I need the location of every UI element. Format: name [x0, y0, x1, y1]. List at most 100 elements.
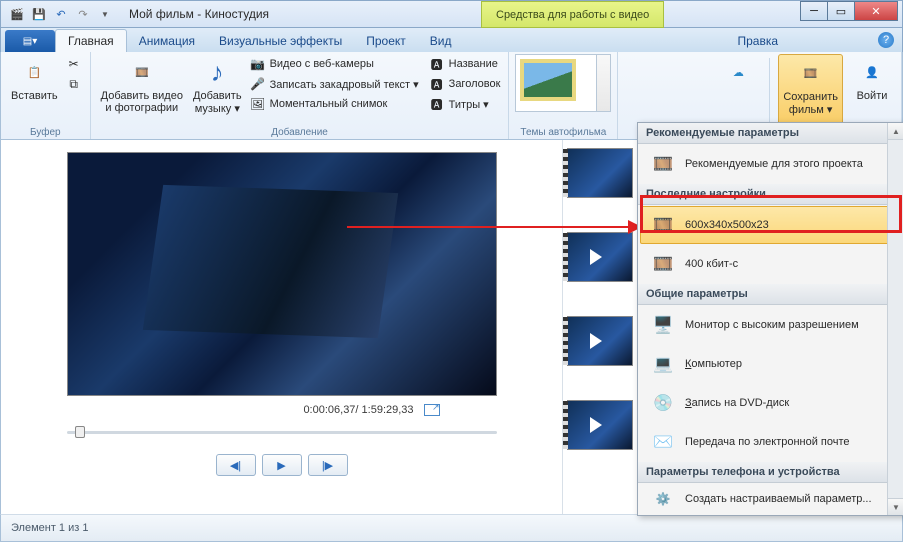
- group-themes: Темы автофильма: [509, 52, 618, 139]
- caption-button[interactable]: 🅰Заголовок: [427, 74, 503, 94]
- scroll-up-icon[interactable]: ▲: [888, 123, 903, 140]
- user-icon: 👤: [856, 56, 888, 88]
- window-controls: ─ ▭ ✕: [801, 1, 898, 21]
- save-movie-icon: 🎞️: [795, 57, 827, 89]
- preview-pane: 0:00:06,37/ 1:59:29,33 ◀| ▶ |▶: [1, 140, 563, 514]
- tab-animation[interactable]: Анимация: [127, 30, 207, 52]
- redo-icon[interactable]: ↷: [75, 6, 91, 22]
- credits-button[interactable]: 🅰Титры ▾: [427, 94, 503, 114]
- clip-thumb[interactable]: [567, 232, 633, 282]
- save-movie-dropdown: ▲ ▼ Рекомендуемые параметры 🎞️ Рекоменду…: [637, 122, 903, 516]
- film-icon: 🎞️: [651, 215, 675, 235]
- scroll-down-icon[interactable]: ▼: [888, 498, 903, 515]
- quick-access-toolbar: 🎬 💾 ↶ ↷ ▼: [1, 6, 121, 22]
- film-icon: 🎞️: [651, 254, 675, 274]
- title-bar: 🎬 💾 ↶ ↷ ▼ Мой фильм - Киностудия Средств…: [0, 0, 903, 28]
- add-video-button[interactable]: 🎞️ Добавить видео и фотографии: [97, 54, 187, 126]
- maximize-button[interactable]: ▭: [827, 1, 855, 21]
- themes-gallery[interactable]: [515, 54, 611, 112]
- dd-item-recommended[interactable]: 🎞️ Рекомендуемые для этого проекта: [640, 145, 902, 183]
- timecode-text: 0:00:06,37/ 1:59:29,33: [303, 404, 413, 416]
- webcam-icon: 📷: [250, 56, 266, 72]
- tab-project[interactable]: Проект: [354, 30, 418, 52]
- fullscreen-icon[interactable]: [424, 404, 440, 416]
- seek-slider[interactable]: [67, 424, 497, 440]
- dd-item-computer[interactable]: 💻 Компьютер: [640, 345, 902, 383]
- minimize-button[interactable]: ─: [800, 1, 828, 21]
- computer-icon: 💻: [651, 354, 675, 374]
- window-title: Мой фильм - Киностудия: [129, 7, 269, 21]
- ribbon-tabs: ▤▾ Главная Анимация Визуальные эффекты П…: [0, 28, 903, 52]
- music-note-icon: ♪: [201, 56, 233, 88]
- signin-label: Войти: [857, 90, 888, 102]
- close-button[interactable]: ✕: [854, 1, 898, 21]
- clip-thumb[interactable]: [567, 148, 633, 198]
- dd-header: Общие параметры: [638, 284, 903, 305]
- filmstrip-icon: 🎞️: [126, 56, 158, 88]
- paste-label: Вставить: [11, 90, 58, 102]
- video-preview[interactable]: [67, 152, 497, 396]
- dd-header: Параметры телефона и устройства: [638, 462, 903, 483]
- scissors-icon: ✂: [66, 56, 82, 72]
- help-icon[interactable]: ?: [878, 32, 894, 48]
- copy-icon: ⧉: [66, 76, 82, 92]
- dd-item-dvd[interactable]: 💿 Запись на DVD-диск: [640, 384, 902, 422]
- title-button[interactable]: 🅰Название: [427, 54, 503, 74]
- webcam-button[interactable]: 📷Видео с веб-камеры: [248, 54, 421, 74]
- tab-edit[interactable]: Правка: [725, 30, 790, 52]
- gallery-spinner[interactable]: [596, 55, 610, 111]
- next-frame-button[interactable]: |▶: [308, 454, 348, 476]
- timecode-row: 0:00:06,37/ 1:59:29,33: [123, 404, 439, 416]
- mic-icon: 🎤: [250, 76, 266, 92]
- qat-dropdown-icon[interactable]: ▼: [97, 6, 113, 22]
- paste-button[interactable]: 📋 Вставить: [7, 54, 62, 126]
- group-label: Добавление: [97, 126, 503, 139]
- snapshot-icon: 🖼: [250, 96, 266, 112]
- monitor-icon: 🖥️: [651, 315, 675, 335]
- seek-handle[interactable]: [75, 426, 85, 438]
- clipboard-icon: 📋: [18, 56, 50, 88]
- dvd-icon: 💿: [651, 393, 675, 413]
- group-label: Темы автофильма: [515, 126, 611, 139]
- narration-button[interactable]: 🎤Записать закадровый текст ▾: [248, 74, 421, 94]
- credits-icon: 🅰: [429, 96, 445, 112]
- gear-icon: ⚙️: [651, 489, 675, 509]
- tab-effects[interactable]: Визуальные эффекты: [207, 30, 354, 52]
- contextual-tab-header: Средства для работы с видео: [481, 1, 664, 28]
- dd-item-hd[interactable]: 🖥️ Монитор с высоким разрешением: [640, 306, 902, 344]
- add-video-label: Добавить видео и фотографии: [101, 90, 183, 114]
- cut-button[interactable]: ✂: [64, 54, 84, 74]
- playback-controls: ◀| ▶ |▶: [216, 454, 348, 476]
- dd-item-email[interactable]: ✉️ Передача по электронной почте: [640, 423, 902, 461]
- cloud-icon: ☁: [722, 56, 754, 88]
- title-icon: 🅰: [429, 56, 445, 72]
- tab-view[interactable]: Вид: [418, 30, 464, 52]
- prev-frame-button[interactable]: ◀|: [216, 454, 256, 476]
- copy-button[interactable]: ⧉: [64, 74, 84, 94]
- theme-thumb: [520, 59, 576, 101]
- file-menu-button[interactable]: ▤▾: [5, 30, 55, 52]
- dropdown-scrollbar[interactable]: ▲ ▼: [887, 123, 903, 515]
- clip-thumb[interactable]: [567, 400, 633, 450]
- play-button[interactable]: ▶: [262, 454, 302, 476]
- dd-header: Рекомендуемые параметры: [638, 123, 903, 144]
- annotation-arrow: [347, 226, 647, 228]
- snapshot-button[interactable]: 🖼Моментальный снимок: [248, 94, 421, 114]
- tab-home[interactable]: Главная: [55, 29, 127, 52]
- status-text: Элемент 1 из 1: [11, 522, 88, 534]
- status-bar: Элемент 1 из 1: [0, 514, 903, 542]
- dd-item-create-custom[interactable]: ⚙️ Создать настраиваемый параметр...: [640, 484, 902, 514]
- caption-icon: 🅰: [429, 76, 445, 92]
- film-icon: 🎞️: [651, 154, 675, 174]
- add-music-button[interactable]: ♪ Добавить музыку ▾: [189, 54, 246, 126]
- save-icon[interactable]: 💾: [31, 6, 47, 22]
- undo-icon[interactable]: ↶: [53, 6, 69, 22]
- dd-item-400kbps[interactable]: 🎞️ 400 кбит-с: [640, 245, 902, 283]
- email-icon: ✉️: [651, 432, 675, 452]
- save-movie-label: Сохранить фильм ▾: [783, 91, 838, 116]
- group-add: 🎞️ Добавить видео и фотографии ♪ Добавит…: [91, 52, 510, 139]
- clip-thumb[interactable]: [567, 316, 633, 366]
- group-clipboard: 📋 Вставить ✂ ⧉ Буфер: [1, 52, 91, 139]
- dd-item-custom-res[interactable]: 🎞️ 600x340x500x23: [640, 206, 902, 244]
- app-icon: 🎬: [9, 6, 25, 22]
